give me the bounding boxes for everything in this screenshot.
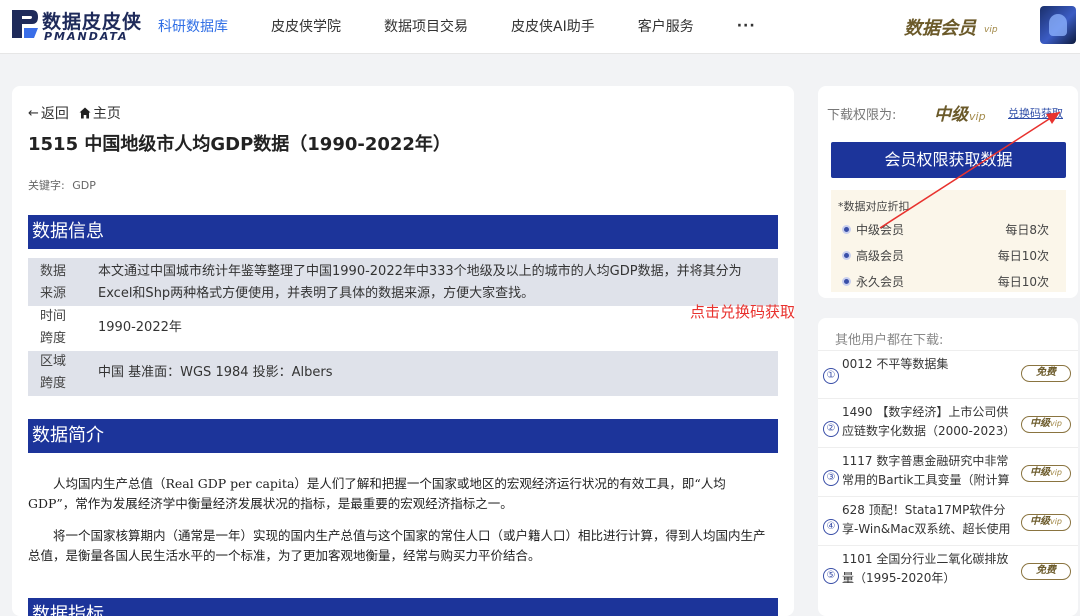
user-avatar[interactable] [1040, 6, 1076, 44]
info-row-source: 数据来源 本文通过中国城市统计年鉴等整理了中国1990-2022年中333个地级… [28, 258, 778, 306]
access-badge-text: 免费 [1036, 565, 1056, 576]
access-badge-text: 免费 [1036, 367, 1056, 378]
keywords-label: 关键字: [28, 179, 65, 192]
data-info-table: 数据来源 本文通过中国城市统计年鉴等整理了中国1990-2022年中333个地级… [28, 258, 778, 396]
annotation-label: 点击兑换码获取 [690, 303, 796, 321]
tier-row: 永久会员 每日10次 [831, 272, 1066, 292]
list-item[interactable]: ① 0012 不平等数据集 免费 [818, 350, 1078, 398]
download-title[interactable]: 628 顶配！Stata17MP软件分享-Win&Mac双系统、超长使用期限 [842, 501, 1018, 541]
nav-item-research-db[interactable]: 科研数据库 [158, 16, 228, 36]
main-nav: 科研数据库 皮皮侠学院 数据项目交易 皮皮侠AI助手 客户服务 ··· [158, 0, 756, 52]
logo-text-en: PMANDATA [44, 30, 129, 43]
rank-number: ① [823, 368, 839, 384]
rank-number: ④ [823, 519, 839, 535]
list-item[interactable]: ⑤ 1101 全国分行业二氧化碳排放量（1995-2020年） 免费 [818, 545, 1078, 593]
tier-quota: 每日10次 [997, 249, 1049, 263]
access-badge: 中级vip [1021, 465, 1071, 482]
tier-row: 高级会员 每日10次 [831, 246, 1066, 266]
page-title: 1515 中国地级市人均GDP数据（1990-2022年） [28, 134, 451, 155]
home-link[interactable]: 主页 [79, 103, 121, 123]
info-row-region-span: 区域跨度 中国 基准面：WGS 1984 投影：Albers [28, 351, 778, 396]
data-member-logo-sub: vip [984, 25, 998, 35]
info-value: 中国 基准面：WGS 1984 投影：Albers [98, 365, 333, 380]
intro-paragraph: 将一个国家核算期内（通常是一年）实现的国内生产总值与这个国家的常住人口（或户籍人… [28, 528, 766, 563]
breadcrumb: ← 返回 主页 [28, 103, 121, 123]
tier-quota: 每日10次 [997, 275, 1049, 289]
nav-item-academy[interactable]: 皮皮侠学院 [271, 16, 341, 36]
nav-item-ai-assistant[interactable]: 皮皮侠AI助手 [511, 16, 595, 36]
dataset-detail-card: ← 返回 主页 1515 中国地级市人均GDP数据（1990-2022年） 关键… [12, 86, 794, 616]
download-title[interactable]: 1117 数字普惠金融研究中非常常用的Bartik工具变量（附计算代码） [842, 452, 1018, 492]
info-label: 时间跨度 [40, 309, 67, 346]
annotation-arrow-icon [879, 111, 1061, 229]
info-value: 本文通过中国城市统计年鉴等整理了中国1990-2022年中333个地级及以上的城… [98, 264, 742, 301]
download-title[interactable]: 1490 【数字经济】上市公司供应链数字化数据（2000-2023） [842, 403, 1018, 443]
popular-downloads-panel: 其他用户都在下载: ① 0012 不平等数据集 免费 ② 1490 【数字经济】… [818, 318, 1078, 616]
tier-name: 永久会员 [856, 275, 905, 289]
data-member-logo-text: 数据会员 [904, 18, 976, 39]
access-badge: 免费 [1021, 365, 1071, 382]
section-heading-data-info: 数据信息 [28, 215, 778, 249]
keyword-tag[interactable]: GDP [72, 179, 96, 192]
info-label: 区域跨度 [40, 354, 67, 391]
popular-downloads-heading: 其他用户都在下载: [835, 333, 944, 348]
access-badge-text: 中级 [1029, 467, 1050, 478]
tier-dot-icon [842, 225, 851, 234]
back-label: 返回 [40, 106, 69, 122]
logo-mark-icon [12, 10, 38, 38]
download-title[interactable]: 1101 全国分行业二氧化碳排放量（1995-2020年） [842, 550, 1018, 590]
nav-more-button[interactable]: ··· [737, 18, 756, 34]
rank-number: ⑤ [823, 568, 839, 584]
rank-number: ③ [823, 470, 839, 486]
access-badge: 中级vip [1021, 514, 1071, 531]
intro-paragraph: 人均国内生产总值（Real GDP per capita）是人们了解和把握一个国… [28, 476, 726, 511]
access-badge-sub: vip [1049, 419, 1063, 428]
home-label: 主页 [92, 106, 121, 122]
list-item[interactable]: ② 1490 【数字经济】上市公司供应链数字化数据（2000-2023） 中级v… [818, 398, 1078, 446]
back-link[interactable]: ← 返回 [28, 103, 69, 123]
home-icon [79, 107, 91, 119]
section-heading-data-indicators: 数据指标 [28, 598, 778, 616]
nav-item-customer-service[interactable]: 客户服务 [638, 16, 694, 36]
data-member-logo[interactable]: 数据会员 vip [900, 13, 1000, 39]
top-header: 数据皮皮侠 PMANDATA 科研数据库 皮皮侠学院 数据项目交易 皮皮侠AI助… [0, 0, 1080, 54]
access-badge-text: 中级 [1029, 418, 1050, 429]
nav-item-data-trade[interactable]: 数据项目交易 [384, 16, 468, 36]
info-row-time-span: 时间跨度 1990-2022年 [28, 306, 778, 351]
rank-number: ② [823, 421, 839, 437]
site-logo[interactable]: 数据皮皮侠 PMANDATA [10, 6, 141, 44]
info-value: 1990-2022年 [98, 320, 182, 335]
download-title[interactable]: 0012 不平等数据集 [842, 355, 1018, 395]
access-badge-sub: vip [1049, 468, 1063, 477]
list-item[interactable]: ③ 1117 数字普惠金融研究中非常常用的Bartik工具变量（附计算代码） 中… [818, 447, 1078, 495]
access-badge: 中级vip [1021, 416, 1071, 433]
section-heading-data-intro: 数据简介 [28, 419, 778, 453]
access-badge-text: 中级 [1029, 516, 1050, 527]
tier-dot-icon [842, 251, 851, 260]
tier-dot-icon [842, 277, 851, 286]
tier-name: 高级会员 [856, 249, 905, 263]
avatar-figure-icon [1049, 14, 1067, 36]
arrow-left-icon: ← [28, 105, 39, 121]
info-label: 数据来源 [40, 264, 67, 301]
data-intro-body: 人均国内生产总值（Real GDP per capita）是人们了解和把握一个国… [28, 474, 768, 578]
keywords-line: 关键字: GDP [28, 177, 96, 193]
list-item[interactable]: ④ 628 顶配！Stata17MP软件分享-Win&Mac双系统、超长使用期限… [818, 496, 1078, 544]
access-badge-sub: vip [1049, 517, 1063, 526]
access-badge: 免费 [1021, 563, 1071, 580]
